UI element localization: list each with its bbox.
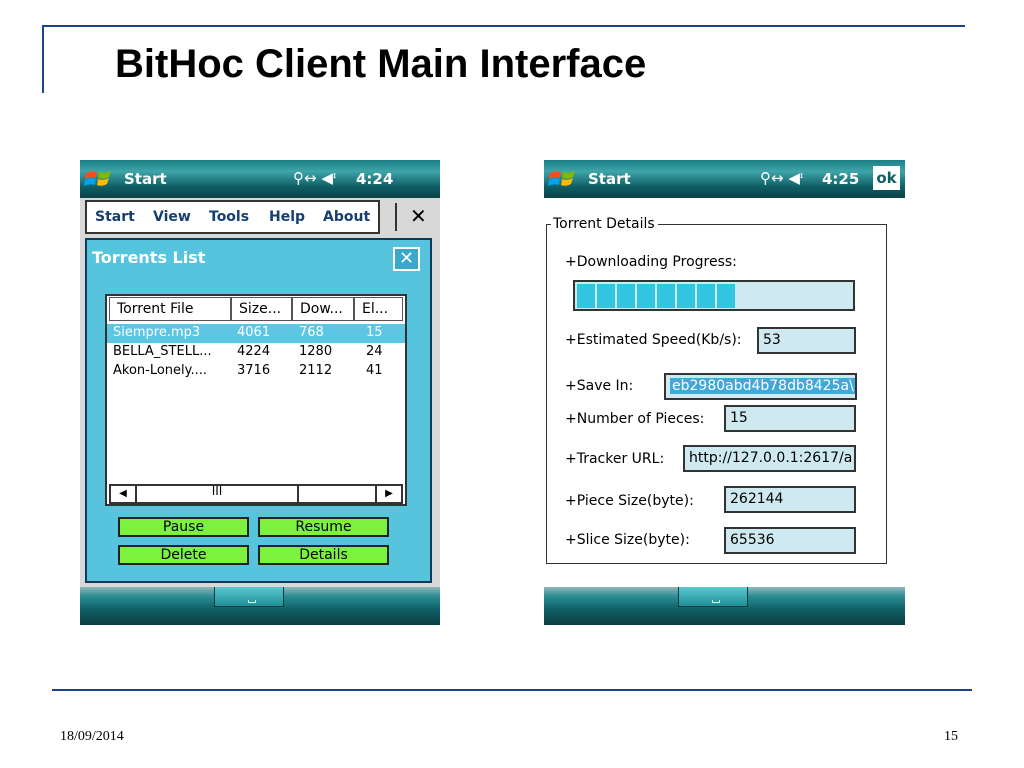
save-in-field[interactable]: eb2980abd4b78db8425a\ (664, 373, 857, 400)
scroll-right-icon[interactable]: ▶ (375, 486, 401, 502)
start-label[interactable]: Start (588, 170, 631, 188)
menu-bar: Start View Tools Help About (85, 200, 380, 234)
table-row[interactable]: Akon-Lonely.... 3716 2112 41 (107, 362, 405, 381)
menu-help[interactable]: Help (269, 209, 305, 225)
menu-about[interactable]: About (323, 209, 370, 225)
dialog-close-icon[interactable]: ✕ (393, 247, 420, 271)
piece-size-field[interactable]: 262144 (724, 486, 856, 513)
start-label[interactable]: Start (124, 170, 167, 188)
scroll-thumb[interactable]: III (137, 484, 299, 502)
torrent-list-view[interactable]: Torrent File Size... Dow... El... Siempr… (105, 294, 407, 506)
slice-size-label: +Slice Size(byte): (565, 532, 690, 548)
pieces-label: +Number of Pieces: (565, 411, 705, 427)
cell-dow: 2112 (299, 363, 333, 378)
torrents-list-dialog: Torrents List ✕ Torrent File Size... Dow… (85, 238, 432, 583)
close-icon[interactable]: ✕ (410, 204, 427, 228)
delete-button[interactable]: Delete (118, 545, 249, 565)
cell-size: 4224 (237, 344, 271, 359)
keyboard-icon (712, 600, 720, 603)
menu-view[interactable]: View (153, 209, 191, 225)
pause-button[interactable]: Pause (118, 517, 249, 537)
cell-el: 24 (366, 344, 383, 359)
cell-el: 41 (366, 363, 383, 378)
column-downloaded[interactable]: Dow... (292, 297, 354, 321)
soft-key-bar (80, 587, 440, 625)
list-header: Torrent File Size... Dow... El... (107, 296, 405, 322)
soft-key-bar (544, 587, 905, 625)
bottom-rule (52, 689, 972, 691)
tracker-url-label: +Tracker URL: (565, 451, 665, 467)
save-in-label: +Save In: (565, 378, 634, 394)
windows-logo-icon[interactable] (548, 167, 578, 191)
speed-label: +Estimated Speed(Kb/s): (565, 332, 742, 348)
torrent-details-screenshot: Start ⚲↔ ◀ᶦ 4:25 ok Torrent Details +Dow… (544, 160, 905, 625)
keyboard-button[interactable] (678, 587, 748, 607)
table-row[interactable]: BELLA_STELL... 4224 1280 24 (107, 343, 405, 362)
progress-segment (597, 284, 615, 308)
scroll-grip-icon: III (211, 484, 223, 498)
resume-button[interactable]: Resume (258, 517, 389, 537)
torrents-list-screenshot: Start ⚲↔ ◀ᶦ 4:24 Start View Tools Help A… (80, 160, 440, 625)
cell-dow: 1280 (299, 344, 333, 359)
scroll-left-icon[interactable]: ◀ (111, 486, 137, 502)
progress-segment (697, 284, 715, 308)
download-progress-bar (573, 280, 855, 311)
progress-segment (717, 284, 735, 308)
column-size[interactable]: Size... (231, 297, 292, 321)
progress-segment (657, 284, 675, 308)
menu-start[interactable]: Start (95, 209, 135, 225)
save-in-value: eb2980abd4b78db8425a\ (670, 378, 855, 394)
groupbox-border (658, 224, 887, 225)
slice-size-field[interactable]: 65536 (724, 527, 856, 554)
cell-file: Akon-Lonely.... (113, 363, 208, 378)
groupbox-border (546, 224, 551, 225)
clock: 4:25 (822, 170, 860, 188)
progress-segment (637, 284, 655, 308)
piece-size-label: +Piece Size(byte): (565, 493, 694, 509)
progress-segment (577, 284, 595, 308)
keyboard-button[interactable] (214, 587, 284, 607)
progress-segment (617, 284, 635, 308)
cell-file: BELLA_STELL... (113, 344, 212, 359)
groupbox-legend: Torrent Details (553, 216, 655, 232)
pieces-field[interactable]: 15 (724, 405, 856, 432)
column-elapsed[interactable]: El... (354, 297, 403, 321)
connectivity-volume-icon: ⚲↔ ◀ᶦ (293, 169, 337, 187)
progress-segment (677, 284, 695, 308)
clock: 4:24 (356, 170, 394, 188)
cell-size: 4061 (237, 325, 271, 340)
slide-title: BitHoc Client Main Interface (115, 42, 647, 86)
menu-separator (395, 203, 397, 231)
keyboard-icon (248, 600, 256, 603)
tracker-url-field[interactable]: http://127.0.0.1:2617/a (683, 445, 856, 472)
cell-size: 3716 (237, 363, 271, 378)
details-button[interactable]: Details (258, 545, 389, 565)
slide-date: 18/09/2014 (60, 729, 124, 744)
left-rule (42, 25, 44, 93)
dialog-title: Torrents List (92, 248, 206, 267)
windows-logo-icon[interactable] (84, 167, 114, 191)
cell-file: Siempre.mp3 (113, 325, 201, 340)
status-bar: Start ⚲↔ ◀ᶦ 4:25 ok (544, 160, 905, 198)
connectivity-volume-icon: ⚲↔ ◀ᶦ (760, 169, 804, 187)
cell-el: 15 (366, 325, 383, 340)
page-number: 15 (944, 729, 958, 744)
column-torrent-file[interactable]: Torrent File (109, 297, 231, 321)
top-rule (42, 25, 965, 27)
menu-tools[interactable]: Tools (209, 209, 249, 225)
cell-dow: 768 (299, 325, 324, 340)
status-bar: Start ⚲↔ ◀ᶦ 4:24 (80, 160, 440, 198)
table-row[interactable]: Siempre.mp3 4061 768 15 (107, 324, 405, 343)
ok-button[interactable]: ok (873, 166, 900, 190)
horizontal-scrollbar[interactable]: ◀ III ▶ (109, 484, 403, 504)
speed-field[interactable]: 53 (757, 327, 856, 354)
progress-label: +Downloading Progress: (565, 254, 737, 270)
